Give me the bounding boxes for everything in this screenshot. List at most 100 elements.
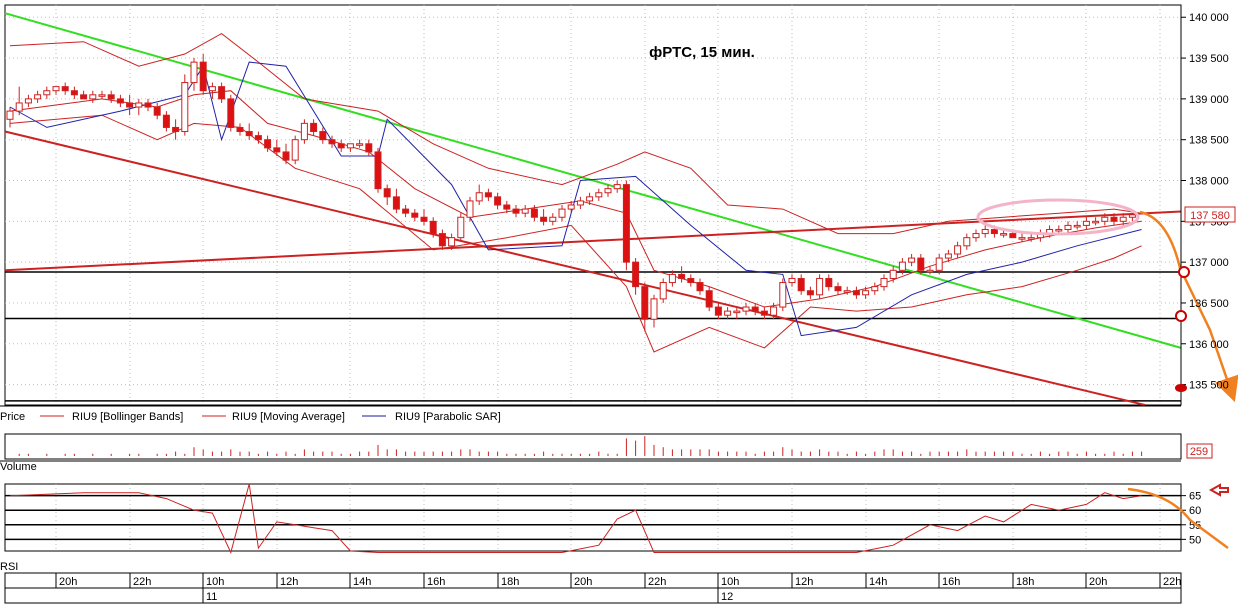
candle-up (521, 208, 529, 214)
time-tick-label: 20h (1089, 576, 1107, 588)
rsi-label: RSI (0, 561, 18, 573)
price-tick-label: 135 500 (1189, 380, 1229, 392)
candle-down (162, 114, 170, 128)
candle-up (190, 61, 198, 84)
candle-down (254, 135, 262, 141)
time-tick-label: 12h (280, 576, 298, 588)
candle-down (153, 106, 161, 116)
candle-up (908, 257, 916, 263)
candle-up (1082, 220, 1090, 226)
candle-up (898, 261, 906, 271)
candle-down (116, 98, 124, 104)
time-tick-label: 22h (1163, 576, 1181, 588)
time-tick-label: 12h (795, 576, 813, 588)
candle-up (300, 122, 308, 141)
candle-down (429, 220, 437, 235)
candle-up (779, 282, 787, 308)
candle-up (981, 228, 989, 235)
day-tick-label: 11 (206, 591, 217, 603)
price-tick-label: 136 000 (1189, 339, 1229, 351)
candle-down (411, 212, 419, 218)
candle-down (383, 188, 391, 198)
time-tick-label: 20h (574, 576, 592, 588)
candle-up (34, 94, 42, 100)
candle-up (604, 188, 612, 194)
candle-up (871, 286, 879, 292)
candle-down (392, 196, 400, 210)
candle-down (107, 94, 115, 100)
candle-up (788, 277, 796, 284)
candle-down (374, 151, 382, 190)
candle-up (880, 277, 888, 288)
candle-up (650, 298, 658, 320)
candle-down (328, 139, 336, 145)
candle-up (1018, 237, 1026, 240)
candle-up (291, 139, 299, 161)
candle-up (549, 216, 557, 222)
candle-down (402, 208, 410, 214)
candle-up (576, 200, 584, 206)
candle-down (825, 277, 833, 288)
candle-up (889, 269, 897, 279)
candle-down (80, 94, 88, 100)
candle-down (61, 86, 69, 92)
candle-up (15, 102, 23, 112)
time-tick-label: 18h (501, 576, 519, 588)
candle-up (586, 196, 594, 202)
candle-down (917, 257, 925, 271)
time-tick-label: 20h (59, 576, 77, 588)
candle-down (365, 143, 373, 153)
candle-up (181, 82, 189, 133)
price-tick-label: 136 500 (1189, 298, 1229, 310)
rsi-tick-label: 50 (1189, 534, 1201, 546)
candle-up (98, 94, 106, 97)
candle-down (438, 233, 446, 247)
rsi-ticks: 65605550 (1181, 491, 1201, 546)
candle-up (972, 233, 980, 239)
candle-up (43, 90, 51, 96)
candle-up (724, 310, 732, 316)
price-chart[interactable]: фРТС, 15 мин. 140 000 139 500 139 000 138 5… (0, 0, 1238, 607)
legend-bollinger: RIU9 [Bollinger Bands] (72, 411, 183, 423)
candle-up (733, 310, 741, 314)
candle-down (227, 98, 235, 128)
candle-up (208, 86, 216, 92)
candle-down (687, 277, 695, 284)
candle-up (1027, 237, 1035, 240)
candle-down (632, 261, 640, 288)
candle-down (337, 143, 345, 149)
candle-down (236, 126, 244, 133)
rsi-tick-label: 65 (1189, 491, 1201, 503)
candle-down (494, 196, 502, 206)
last-price-label: 137 580 (1190, 210, 1230, 222)
candle-down (70, 90, 78, 96)
candle-up (816, 277, 824, 296)
candle-down (852, 290, 860, 296)
price-tick-label: 139 000 (1189, 94, 1229, 106)
price-tick-label: 137 000 (1189, 257, 1229, 269)
candle-up (659, 282, 667, 300)
candle-up (448, 237, 456, 247)
chart-window: фРТС, 15 мин. 140 000 139 500 139 000 138 5… (0, 0, 1238, 607)
candle-up (944, 253, 952, 259)
candle-up (668, 273, 676, 284)
time-tick-label: 10h (721, 576, 739, 588)
candle-up (1055, 228, 1063, 232)
candle-up (595, 192, 603, 198)
volume-last-label: 259 (1190, 446, 1208, 458)
candle-up (558, 208, 566, 218)
legend-parabolic-sar: RIU9 [Parabolic SAR] (395, 411, 501, 423)
candle-up (954, 245, 962, 255)
candle-up (356, 143, 364, 146)
price-tick-label: 138 000 (1189, 176, 1229, 188)
candle-down (760, 310, 768, 316)
candle-up (1101, 216, 1109, 222)
price-tick-label: 139 500 (1189, 53, 1229, 65)
chart-title: фРТС, 15 мин. (649, 44, 755, 61)
candle-down (540, 216, 548, 222)
candle-up (1073, 224, 1081, 228)
candle-up (926, 269, 934, 273)
candle-down (144, 102, 152, 108)
candle-up (135, 102, 143, 108)
candle-up (466, 200, 474, 218)
